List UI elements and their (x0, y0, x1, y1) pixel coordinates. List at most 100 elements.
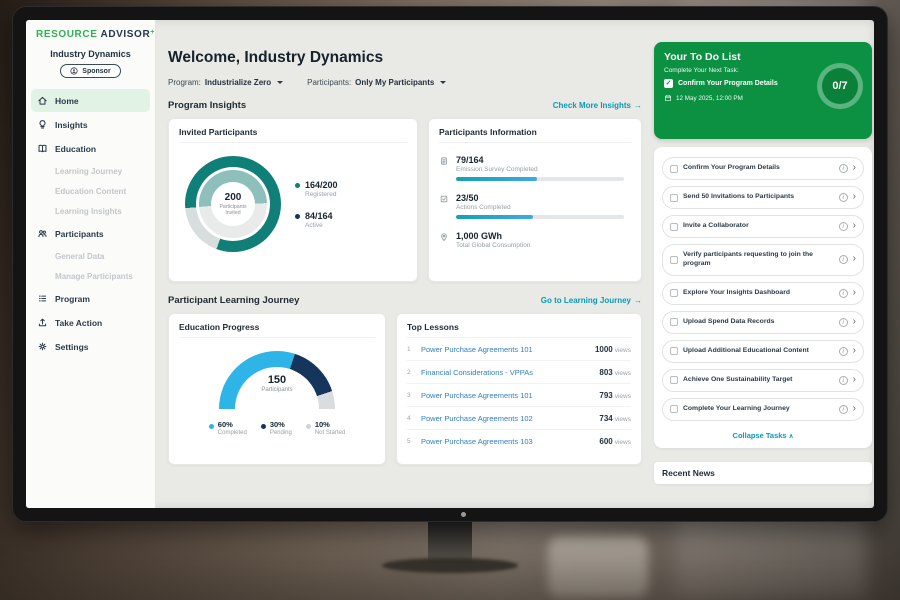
book-icon (37, 143, 48, 154)
collapse-tasks-link[interactable]: Collapse Tasks ∧ (662, 427, 864, 444)
sidebar-item-label: Education Content (55, 187, 126, 196)
people-icon (37, 228, 48, 239)
info-icon[interactable]: i (839, 347, 848, 356)
task-checkbox[interactable] (670, 223, 678, 231)
task-checkbox[interactable] (670, 256, 678, 264)
gauge-center-label: Participants (219, 387, 335, 393)
info-icon[interactable]: i (839, 289, 848, 298)
power-led (461, 512, 466, 517)
task-row[interactable]: Achieve One Sustainability Target i › (662, 369, 864, 392)
sidebar-item-label: Program (55, 294, 90, 304)
lesson-title-link[interactable]: Power Purchase Agreements 103 (421, 437, 593, 446)
info-icon[interactable]: i (839, 318, 848, 327)
task-row[interactable]: Invite a Collaborator i › (662, 215, 864, 238)
lesson-row[interactable]: 5 Power Purchase Agreements 103 600views (407, 430, 631, 452)
sidebar-item-learning-journey[interactable]: Learning Journey (31, 161, 150, 181)
gauge-center: 150 Participants (219, 374, 335, 393)
stat-bar-fill (456, 215, 533, 219)
lesson-row[interactable]: 4 Power Purchase Agreements 102 734views (407, 407, 631, 430)
participants-filter[interactable]: Participants: Only My Participants (307, 78, 446, 87)
chevron-right-icon[interactable]: › (853, 163, 856, 173)
task-row[interactable]: Send 50 Invitations to Participants i › (662, 186, 864, 209)
arrow-right-icon: → (634, 101, 642, 110)
task-row[interactable]: Upload Spend Data Records i › (662, 311, 864, 334)
sidebar-item-settings[interactable]: Settings (31, 335, 150, 358)
info-icon[interactable]: i (839, 164, 848, 173)
lesson-title-link[interactable]: Power Purchase Agreements 102 (421, 414, 593, 423)
lesson-row[interactable]: 3 Power Purchase Agreements 101 793views (407, 384, 631, 407)
chevron-right-icon[interactable]: › (853, 404, 856, 414)
task-checkbox[interactable] (670, 405, 678, 413)
sidebar-item-program[interactable]: Program (31, 287, 150, 310)
lesson-row[interactable]: 2 Financial Considerations - VPPAs 803vi… (407, 361, 631, 384)
program-filter-value[interactable]: Industrialize Zero (205, 78, 271, 87)
participants-filter-label: Participants: (307, 78, 351, 87)
stat-label: Emission Survey Completed (456, 166, 631, 173)
task-row[interactable]: Explore Your Insights Dashboard i › (662, 282, 864, 305)
info-icon[interactable]: i (839, 405, 848, 414)
invited-donut: 200 Participants Invited (185, 156, 281, 252)
sidebar-item-learning-insights[interactable]: Learning Insights (31, 201, 150, 221)
task-checkbox[interactable] (670, 318, 678, 326)
donut-center-label: Participants Invited (216, 204, 250, 217)
sidebar-item-participants[interactable]: Participants (31, 222, 150, 245)
lesson-title-link[interactable]: Power Purchase Agreements 101 (421, 345, 589, 354)
chevron-right-icon[interactable]: › (853, 375, 856, 385)
card-title-top-lessons: Top Lessons (407, 322, 631, 338)
participants-filter-value[interactable]: Only My Participants (355, 78, 434, 87)
legend-item-active: 84/164 Active (295, 211, 338, 229)
sidebar-item-general-data[interactable]: General Data (31, 246, 150, 266)
chevron-right-icon[interactable]: › (853, 221, 856, 231)
app-window: RESOURCE ADVISOR+ Industry Dynamics Spon… (26, 20, 874, 508)
lesson-title-link[interactable]: Financial Considerations - VPPAs (421, 368, 593, 377)
task-row[interactable]: Complete Your Learning Journey i › (662, 398, 864, 421)
sidebar-item-manage-participants[interactable]: Manage Participants (31, 266, 150, 286)
task-row[interactable]: Verify participants requesting to join t… (662, 244, 864, 276)
todo-task-list: Confirm Your Program Details i › Send 50… (654, 147, 872, 448)
task-checkbox[interactable] (670, 289, 678, 297)
legend-label: Active (305, 222, 333, 229)
check-more-insights-link[interactable]: Check More Insights → (553, 101, 642, 110)
info-icon[interactable]: i (839, 376, 848, 385)
lesson-title-link[interactable]: Power Purchase Agreements 101 (421, 391, 593, 400)
checkbox-icon[interactable]: ✓ (664, 79, 673, 88)
filters-bar: Program: Industrialize Zero Participants… (168, 78, 642, 87)
chevron-right-icon[interactable]: › (853, 288, 856, 298)
legend-item-not-started: 10% Not Started (306, 420, 345, 436)
chevron-right-icon[interactable]: › (853, 254, 856, 264)
chevron-right-icon[interactable]: › (853, 192, 856, 202)
lesson-row[interactable]: 1 Power Purchase Agreements 101 1000view… (407, 338, 631, 361)
sidebar-item-education[interactable]: Education (31, 137, 150, 160)
task-row[interactable]: Confirm Your Program Details i › (662, 157, 864, 180)
section-title-program-insights: Program Insights (168, 100, 246, 111)
sidebar-item-insights[interactable]: Insights (31, 113, 150, 136)
progress-bar (456, 215, 624, 219)
info-icon[interactable]: i (839, 193, 848, 202)
info-icon[interactable]: i (839, 255, 848, 264)
sidebar-item-take-action[interactable]: Take Action (31, 311, 150, 334)
invited-participants-card: Invited Participants 200 Participants In… (168, 118, 418, 282)
top-lessons-card: Top Lessons 1 Power Purchase Agreements … (396, 313, 642, 465)
todo-next-task[interactable]: ✓ Confirm Your Program Details (664, 79, 814, 88)
sponsor-icon (70, 67, 78, 75)
sidebar-item-home[interactable]: Home (31, 89, 150, 112)
donut-center: 200 Participants Invited (211, 182, 255, 226)
progress-bar (456, 177, 624, 181)
stat-label: Actions Completed (456, 204, 631, 211)
program-filter[interactable]: Program: Industrialize Zero (168, 78, 283, 87)
info-icon[interactable]: i (839, 222, 848, 231)
task-checkbox[interactable] (670, 347, 678, 355)
go-to-learning-journey-link[interactable]: Go to Learning Journey → (541, 296, 642, 305)
lightbulb-icon (37, 119, 48, 130)
task-checkbox[interactable] (670, 165, 678, 173)
sidebar-item-label: Education (55, 144, 96, 154)
chevron-right-icon[interactable]: › (853, 317, 856, 327)
sidebar-item-education-content[interactable]: Education Content (31, 181, 150, 201)
task-checkbox[interactable] (670, 376, 678, 384)
gauge-center-value: 150 (219, 374, 335, 386)
task-row[interactable]: Upload Additional Educational Content i … (662, 340, 864, 363)
sidebar-item-label: Manage Participants (55, 272, 133, 281)
chevron-right-icon[interactable]: › (853, 346, 856, 356)
task-checkbox[interactable] (670, 194, 678, 202)
legend-item-pending: 30% Pending (261, 420, 292, 436)
